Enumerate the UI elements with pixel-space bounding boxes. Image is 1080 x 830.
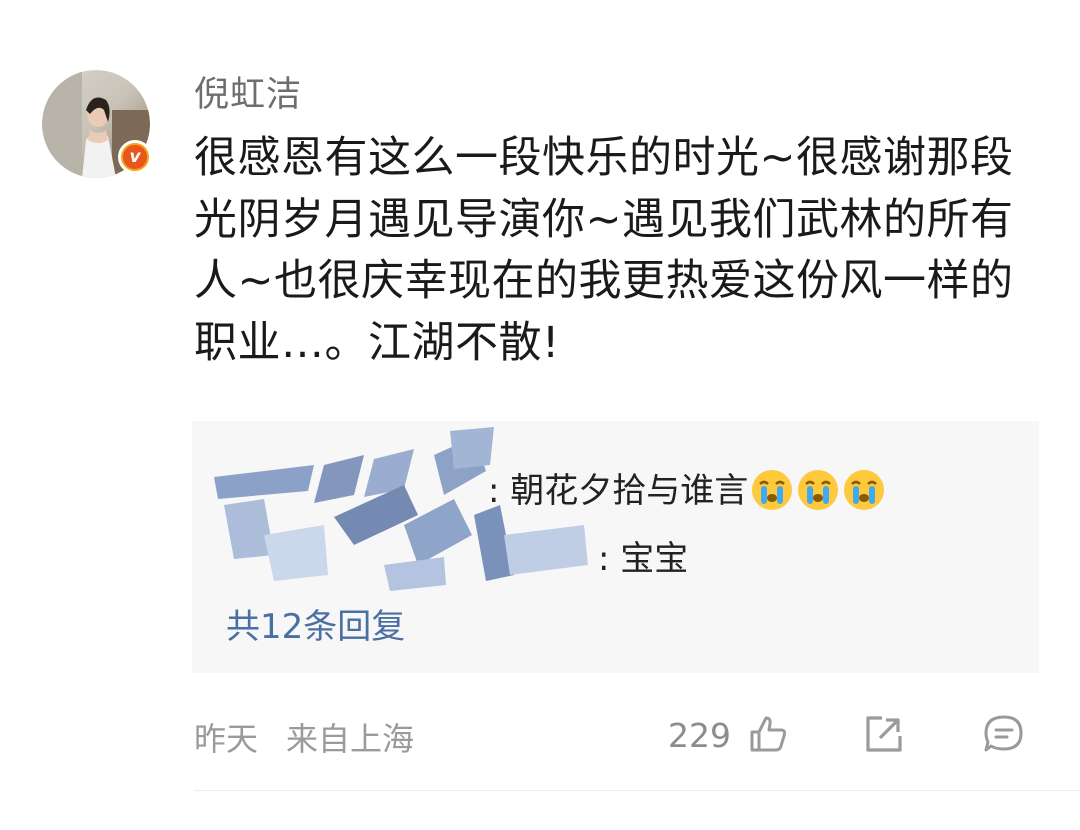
- username[interactable]: 倪虹洁: [194, 66, 302, 117]
- share-icon[interactable]: [862, 712, 906, 756]
- reply-item[interactable]: : 宝宝: [598, 531, 688, 580]
- replies-box[interactable]: : 朝花夕拾与谁言 : 宝宝 共12条回复: [192, 421, 1039, 673]
- comment-location: 来自上海: [286, 720, 415, 758]
- view-more-replies-link[interactable]: 共12条回复: [226, 599, 405, 648]
- comment-text: 很感恩有这么一段快乐的时光~很感谢那段光阴岁月遇见导演你~遇见我们武林的所有人~…: [194, 133, 1014, 368]
- verified-badge-icon: v: [118, 140, 152, 174]
- reply-text: : 宝宝: [598, 539, 689, 579]
- crying-face-icon: [752, 470, 793, 510]
- reply-text: : 朝花夕拾与谁言: [488, 471, 749, 511]
- comment-time: 昨天: [194, 720, 259, 758]
- crying-face-icon: [798, 470, 839, 510]
- avatar[interactable]: v: [42, 70, 152, 178]
- crying-face-icon: [844, 470, 885, 510]
- thumbs-up-icon[interactable]: [746, 712, 790, 756]
- reply-item[interactable]: : 朝花夕拾与谁言: [488, 463, 886, 512]
- comment-footer: 昨天 来自上海 229: [194, 712, 1044, 762]
- divider: [194, 790, 1080, 791]
- like-count: 229: [668, 716, 731, 755]
- verified-badge-label: v: [129, 147, 141, 167]
- comment-card: v 倪虹洁 很感恩有这么一段快乐的时光~很感谢那段光阴岁月遇见导演你~遇见我们武…: [0, 0, 1080, 830]
- comment-icon[interactable]: [982, 712, 1026, 756]
